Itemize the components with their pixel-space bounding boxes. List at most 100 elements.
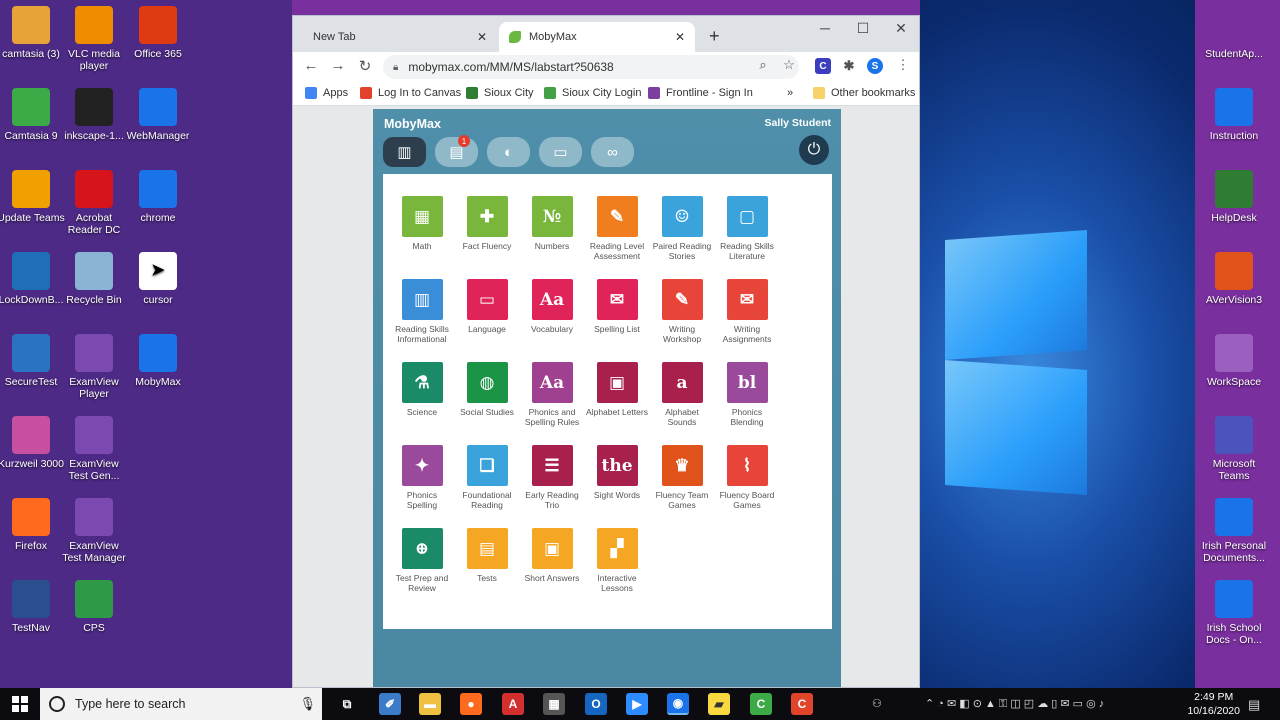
subject-tile[interactable]: ☺ Paired Reading Stories [651, 196, 713, 261]
subject-tile[interactable]: ❏ Foundational Reading [456, 445, 518, 510]
close-icon[interactable]: ✕ [675, 30, 685, 44]
subject-tile[interactable]: ⌇ Fluency Board Games [716, 445, 778, 510]
nav-library-button[interactable]: ▥ [383, 137, 426, 167]
bookmark-sioux-city[interactable]: Sioux City [466, 87, 534, 99]
profile-avatar[interactable]: S [867, 58, 883, 74]
bookmark-star-icon[interactable]: ☆ [779, 57, 799, 73]
desktop-icon[interactable]: Microsoft Teams [1199, 416, 1269, 482]
start-button[interactable] [0, 688, 40, 720]
desktop-icon[interactable]: TestNav [0, 580, 66, 634]
desktop-icon[interactable]: StudentAp... [1199, 6, 1269, 60]
taskbar-search[interactable]: Type here to search 🎙︎ [40, 688, 322, 720]
paint-icon[interactable]: ✐ [379, 693, 401, 715]
more-bookmarks-button[interactable]: » [787, 87, 793, 99]
chrome-icon[interactable]: ◉ [667, 693, 689, 715]
subject-tile[interactable]: ◍ Social Studies [456, 362, 518, 418]
user-name[interactable]: Sally Student [764, 117, 831, 129]
subject-tile[interactable]: ⊕ Test Prep and Review [391, 528, 453, 593]
tab-new-tab[interactable]: New Tab ✕ [297, 22, 497, 52]
desktop-icon[interactable]: ExamView Test Manager [59, 498, 129, 564]
clock[interactable]: 2:49 PM 10/16/2020 [1187, 690, 1240, 718]
subject-tile[interactable]: ✎ Writing Workshop [651, 279, 713, 344]
notifications-icon[interactable]: ▤ [1248, 697, 1260, 713]
tab-mobymax[interactable]: MobyMax ✕ [499, 22, 695, 52]
minimize-icon[interactable]: ─ [810, 20, 840, 36]
subject-tile[interactable]: the Sight Words [586, 445, 648, 501]
desktop-icon[interactable]: camtasia (3) [0, 6, 66, 60]
back-icon[interactable]: ← [301, 57, 321, 74]
desktop-icon[interactable]: chrome [123, 170, 193, 224]
desktop-icon[interactable]: Irish School Docs - On... [1199, 580, 1269, 646]
desktop-icon[interactable]: Recycle Bin [59, 252, 129, 306]
subject-tile[interactable]: ✦ Phonics Spelling [391, 445, 453, 510]
people-icon[interactable]: ⚇ [872, 697, 882, 710]
subject-tile[interactable]: ♛ Fluency Team Games [651, 445, 713, 510]
subject-tile[interactable]: № Numbers [521, 196, 583, 252]
nav-messages-button[interactable]: ▭ [539, 137, 582, 167]
reload-icon[interactable]: ↻ [355, 57, 375, 75]
tray-icons[interactable]: ⌃ ◔ ✉ ◧ ⊙ ▲ ⚿ ◫ ◰ ☁ ▯ ✉ ▭ ◎ ♪ [925, 697, 1104, 711]
subject-tile[interactable]: ▣ Short Answers [521, 528, 583, 584]
desktop-icon[interactable]: ➤ cursor [123, 252, 193, 306]
subject-tile[interactable]: ▥ Reading Skills Informational [391, 279, 453, 344]
power-button[interactable]: ⏻ [799, 135, 829, 165]
desktop-icon[interactable]: VLC media player [59, 6, 129, 72]
desktop-icon[interactable]: Firefox [0, 498, 66, 552]
extensions-puzzle-icon[interactable]: ✱ [841, 58, 857, 74]
subject-tile[interactable]: a Alphabet Sounds [651, 362, 713, 427]
subject-tile[interactable]: ▣ Alphabet Letters [586, 362, 648, 418]
extension-c-icon[interactable]: C [815, 58, 831, 74]
camtasia-icon[interactable]: C [750, 693, 772, 715]
camtasia-recorder-icon[interactable]: C [791, 693, 813, 715]
subject-tile[interactable]: bl Phonics Blending [716, 362, 778, 427]
outlook-icon[interactable]: O [585, 693, 607, 715]
desktop-icon[interactable]: HelpDesk [1199, 170, 1269, 224]
subject-tile[interactable]: ✎ Reading Level Assessment [586, 196, 648, 261]
subject-tile[interactable]: ▢ Reading Skills Literature [716, 196, 778, 261]
desktop-icon[interactable]: Irish Personal Documents... [1199, 498, 1269, 564]
file-explorer-icon[interactable]: ▬ [419, 693, 441, 715]
desktop-icon[interactable]: LockDownB... [0, 252, 66, 306]
subject-tile[interactable]: ☰ Early Reading Trio [521, 445, 583, 510]
calculator-icon[interactable]: ▦ [543, 693, 565, 715]
maximize-icon[interactable]: ☐ [848, 20, 878, 37]
subject-tile[interactable]: ▤ Tests [456, 528, 518, 584]
address-bar[interactable]: 🔒︎ mobymax.com/MM/MS/labstart?50638 [383, 55, 799, 79]
subject-tile[interactable]: Aa Vocabulary [521, 279, 583, 335]
desktop-icon[interactable]: Office 365 [123, 6, 193, 60]
task-view-icon[interactable]: ⧉ [336, 693, 358, 715]
subject-tile[interactable]: ⚗ Science [391, 362, 453, 418]
sticky-notes-icon[interactable]: ▰ [708, 693, 730, 715]
subject-tile[interactable]: ✚ Fact Fluency [456, 196, 518, 252]
desktop-icon[interactable]: ExamView Player [59, 334, 129, 400]
new-tab-button[interactable]: + [709, 26, 720, 47]
menu-icon[interactable]: ⋮ [893, 57, 913, 73]
nav-badges-button[interactable]: ◐ [487, 137, 530, 167]
subject-tile[interactable]: ▦ Math [391, 196, 453, 252]
other-bookmarks[interactable]: Other bookmarks [813, 87, 915, 99]
subject-tile[interactable]: ▭ Language [456, 279, 518, 335]
desktop-icon[interactable]: SecureTest [0, 334, 66, 388]
desktop-icon[interactable]: inkscape-1... [59, 88, 129, 142]
desktop-icon[interactable]: Update Teams [0, 170, 66, 224]
desktop-icon[interactable]: AVerVision3 [1199, 252, 1269, 306]
desktop-icon[interactable]: MobyMax [123, 334, 193, 388]
desktop-icon[interactable]: Acrobat Reader DC [59, 170, 129, 236]
close-icon[interactable]: ✕ [477, 30, 487, 44]
desktop-icon[interactable]: Instruction [1199, 88, 1269, 142]
bookmark-log-in-to-canvas[interactable]: Log In to Canvas [360, 87, 461, 99]
nav-games-button[interactable]: ∞ [591, 137, 634, 167]
desktop-icon[interactable]: ExamView Test Gen... [59, 416, 129, 482]
subject-tile[interactable]: ✉ Writing Assignments [716, 279, 778, 344]
subject-tile[interactable]: Aa Phonics and Spelling Rules [521, 362, 583, 427]
close-window-icon[interactable]: ✕ [886, 20, 916, 37]
angular-icon[interactable]: A [502, 693, 524, 715]
desktop-icon[interactable]: CPS [59, 580, 129, 634]
microphone-icon[interactable]: 🎙︎ [299, 696, 316, 712]
bookmark-frontline-sign-in[interactable]: Frontline - Sign In [648, 87, 753, 99]
nav-assignments-button[interactable]: ▤ 1 [435, 135, 478, 167]
subject-tile[interactable]: ✉ Spelling List [586, 279, 648, 335]
bookmark-sioux-city-login[interactable]: Sioux City Login [544, 87, 642, 99]
forward-icon[interactable]: → [328, 57, 348, 74]
desktop-icon[interactable]: Camtasia 9 [0, 88, 66, 142]
